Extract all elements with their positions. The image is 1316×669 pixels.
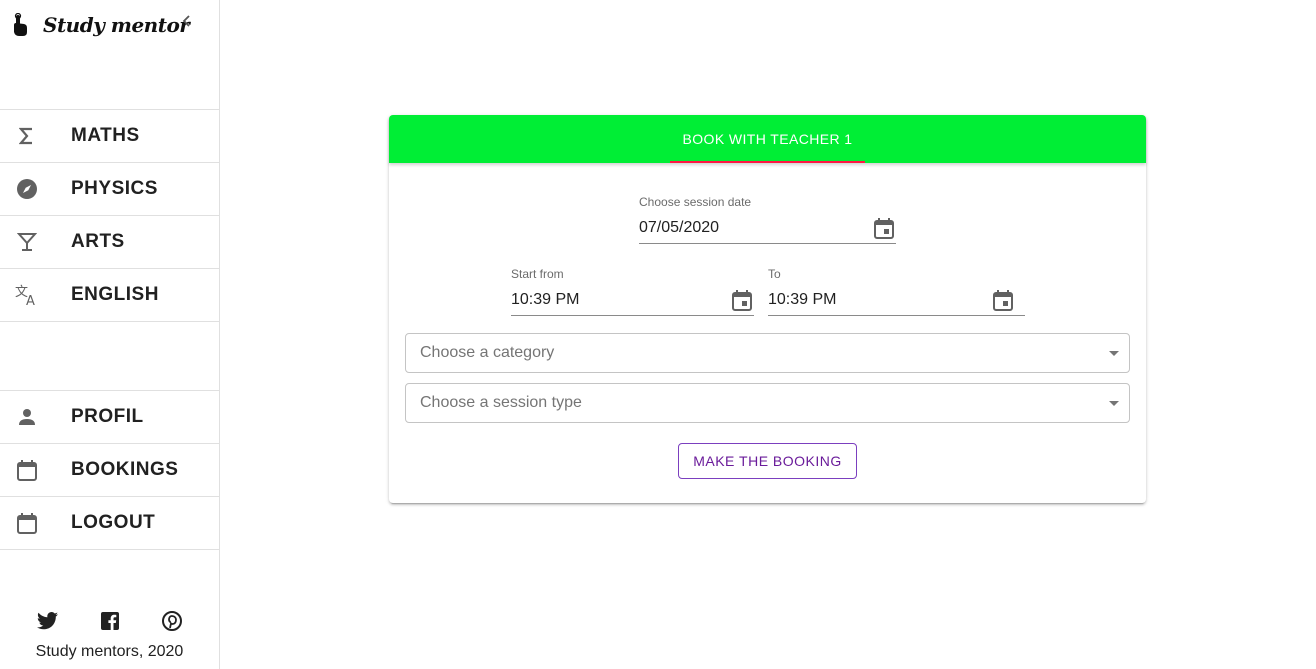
caret-down-icon [1109, 350, 1119, 356]
session-date-field[interactable]: Choose session date 07/05/2020 [639, 195, 896, 244]
booking-card: BOOK WITH TEACHER 1 Choose session date … [389, 115, 1146, 503]
touch-hand-icon [10, 12, 30, 38]
tab-label: BOOK WITH TEACHER 1 [682, 131, 853, 147]
start-time-value: 10:39 PM [511, 291, 580, 308]
translate-icon: 文A [15, 283, 39, 307]
sigma-icon [15, 124, 39, 148]
sidebar-item-label: BOOKINGS [71, 459, 179, 480]
brand-name: Study mentor [43, 13, 190, 37]
end-time-input[interactable]: 10:39 PM [768, 285, 1025, 316]
social-links [0, 610, 219, 632]
end-time-value: 10:39 PM [768, 291, 837, 308]
svg-text:A: A [26, 294, 35, 306]
start-time-label: Start from [511, 267, 564, 281]
sidebar-item-arts[interactable]: ARTS [0, 216, 219, 269]
sidebar-item-label: PROFIL [71, 406, 144, 427]
brand[interactable]: Study mentor [10, 10, 190, 40]
sidebar-item-logout[interactable]: LOGOUT [0, 497, 219, 550]
tab-book-with-teacher[interactable]: BOOK WITH TEACHER 1 [670, 115, 865, 163]
calendar-icon[interactable] [730, 288, 754, 312]
calendar-icon[interactable] [991, 288, 1015, 312]
chevron-left-icon [181, 14, 193, 33]
session-date-label: Choose session date [639, 195, 752, 209]
session-type-placeholder: Choose a session type [420, 394, 582, 411]
compass-icon [15, 177, 39, 201]
twitter-icon[interactable] [36, 610, 59, 632]
sidebar-item-label: PHYSICS [71, 178, 158, 199]
category-placeholder: Choose a category [420, 344, 555, 361]
pinterest-icon[interactable] [161, 610, 183, 632]
calendar-icon [15, 511, 39, 535]
start-time-field[interactable]: Start from 10:39 PM [511, 267, 754, 316]
sidebar-item-label: MATHS [71, 125, 140, 146]
calendar-icon[interactable] [872, 216, 896, 240]
make-booking-button[interactable]: MAKE THE BOOKING [678, 443, 857, 479]
session-type-select[interactable]: Choose a session type [405, 383, 1130, 423]
copyright-text: Study mentors, 2020 [35, 643, 184, 660]
subject-nav: MATHS PHYSICS ARTS 文A ENGLISH [0, 109, 219, 322]
calendar-icon [15, 458, 39, 482]
session-date-input[interactable]: 07/05/2020 [639, 213, 896, 244]
sidebar-item-label: ARTS [71, 231, 125, 252]
sidebar-item-profil[interactable]: PROFIL [0, 391, 219, 444]
sidebar: Study mentor MATHS PHYSICS ARTS 文 A ENGL… [0, 0, 220, 669]
sidebar-item-label: ENGLISH [71, 284, 159, 305]
sidebar-item-physics[interactable]: PHYSICS [0, 163, 219, 216]
caret-down-icon [1109, 400, 1119, 406]
sidebar-item-english[interactable]: 文A ENGLISH [0, 269, 219, 322]
sidebar-item-label: LOGOUT [71, 512, 156, 533]
person-icon [15, 405, 39, 429]
category-select[interactable]: Choose a category [405, 333, 1130, 373]
session-date-value: 07/05/2020 [639, 219, 720, 236]
cocktail-glass-icon [15, 230, 39, 254]
start-time-input[interactable]: 10:39 PM [511, 285, 754, 316]
sidebar-item-maths[interactable]: MATHS [0, 110, 219, 163]
facebook-icon[interactable] [99, 610, 121, 632]
sidebar-item-bookings[interactable]: BOOKINGS [0, 444, 219, 497]
end-time-label: To [768, 267, 781, 281]
booking-tabs: BOOK WITH TEACHER 1 [389, 115, 1146, 163]
tab-indicator [670, 161, 865, 163]
account-nav: PROFIL BOOKINGS LOGOUT [0, 390, 219, 550]
collapse-sidebar-button[interactable] [176, 12, 198, 34]
end-time-field[interactable]: To 10:39 PM [768, 267, 1025, 316]
